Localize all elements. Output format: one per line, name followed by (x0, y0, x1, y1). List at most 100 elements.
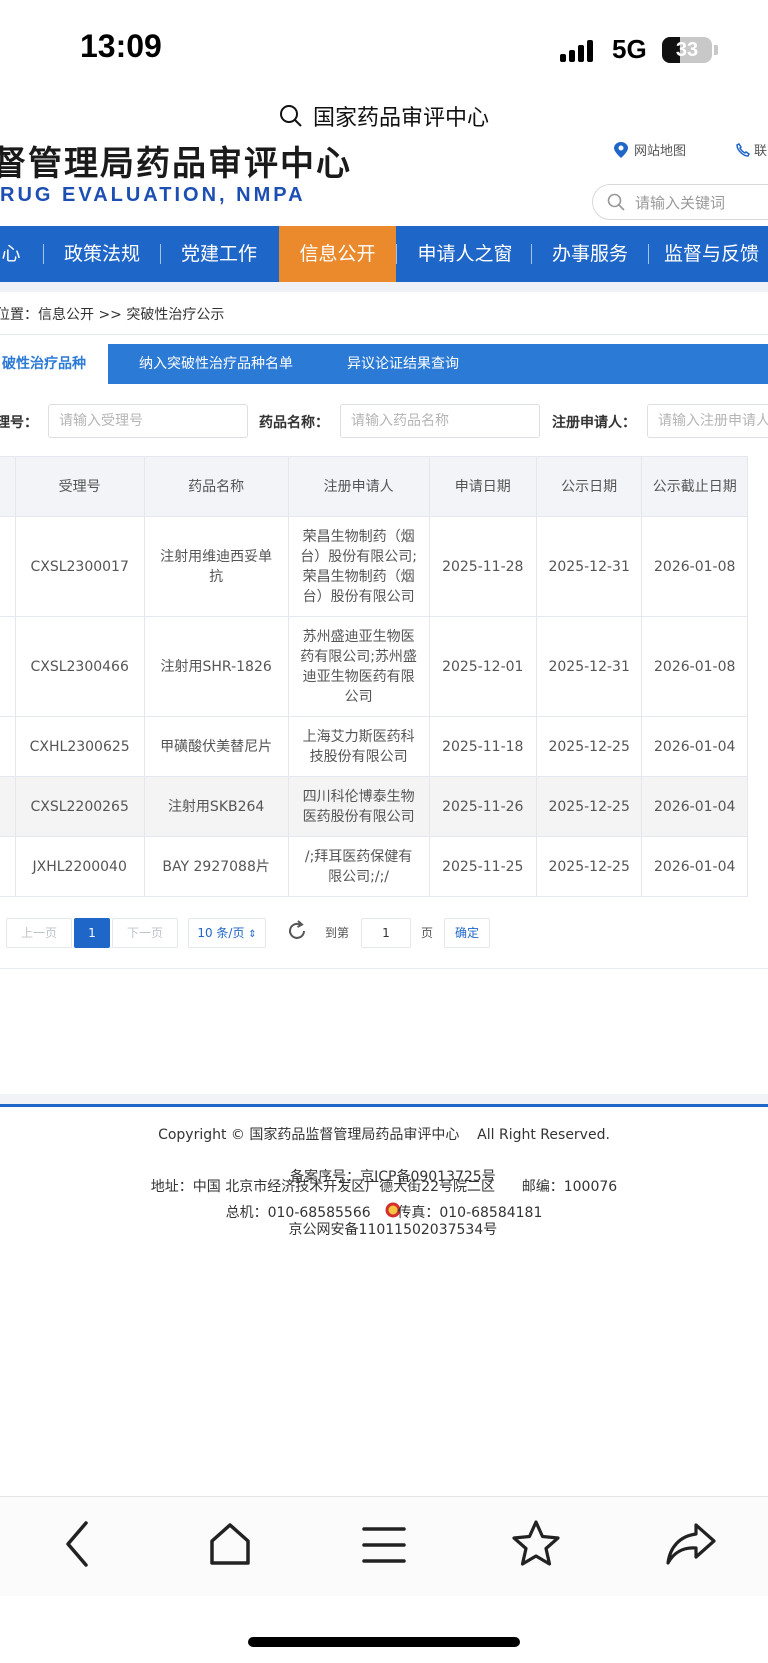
deadline-cell: 2026-01-08 (641, 516, 748, 617)
url-title: 国家药品审评中心 (312, 106, 489, 131)
publish-date-cell: 2025-12-31 (535, 516, 643, 617)
tab-included-list[interactable]: 纳入突破性治疗品种名单 (139, 344, 293, 384)
refresh-icon[interactable] (286, 920, 308, 942)
results-table: 受理号 药品名称 注册申请人 申请日期 公示日期 公示截止日期 CXSL2300… (0, 456, 748, 897)
table-header-cell: 申请日期 (428, 456, 537, 517)
main-nav: 心 政策法规 党建工作 信息公开 申请人之窗 办事服务 监督与反馈 (0, 226, 768, 282)
address-bar[interactable]: 国家药品审评中心 (0, 96, 768, 136)
divider (0, 334, 768, 335)
back-icon[interactable] (60, 1519, 94, 1569)
drug-name-cell: BAY 2927088片 (143, 836, 289, 897)
deadline-cell: 2026-01-04 (641, 776, 748, 837)
publish-date-cell: 2025-12-25 (535, 716, 643, 777)
tab-objection-results[interactable]: 异议论证结果查询 (347, 344, 459, 384)
site-title-cn: 督管理局药品审评中心 (0, 144, 352, 184)
accept-no-cell: JXHL2200040 (14, 836, 145, 897)
nav-item-applicant[interactable]: 申请人之窗 (410, 226, 520, 282)
contact-link[interactable]: 联 (736, 140, 767, 159)
nav-item-policy[interactable]: 政策法规 (58, 226, 146, 282)
table-row[interactable]: CXSL2200265 注射用SKB264 四川科伦博泰生物医药股份有限公司 2… (0, 776, 748, 837)
nav-spacer (0, 282, 768, 292)
status-time: 13:09 (80, 28, 162, 64)
footer-address: 地址：中国 北京市经济技术开发区广德大街22号院二区 邮编：100076 (150, 1179, 618, 1195)
share-icon[interactable] (664, 1519, 718, 1569)
page-size-value: 10 条/页 (197, 926, 245, 940)
page-size-select[interactable]: 10 条/页 ⇕ (188, 918, 266, 948)
publish-date-cell: 2025-12-31 (535, 616, 643, 717)
tab-breakthrough-varieties[interactable]: 破性治疗品种 (0, 344, 108, 384)
applicant-cell: 四川科伦博泰生物医药股份有限公司 (287, 776, 430, 837)
confirm-button[interactable]: 确定 (444, 918, 490, 948)
table-row[interactable]: CXHL2300625 甲磺酸伏美替尼片 上海艾力斯医药科技股份有限公司 202… (0, 716, 748, 777)
table-header-cell: 药品名称 (143, 456, 289, 517)
accept-no-cell: CXSL2300466 (14, 616, 145, 717)
nav-item-party[interactable]: 党建工作 (176, 226, 262, 282)
page-1-button[interactable]: 1 (74, 918, 110, 948)
publish-date-cell: 2025-12-25 (535, 776, 643, 837)
nav-item-center[interactable]: 心 (0, 226, 26, 282)
footer-copyright: Copyright © 国家药品监督管理局药品审评中心 All Right Re… (158, 1127, 610, 1143)
battery-tip (714, 45, 718, 55)
page-unit-label: 页 (421, 926, 434, 940)
next-page-button[interactable]: 下一页 (112, 918, 178, 948)
battery-level: 33 (675, 39, 699, 61)
table-row[interactable]: CXSL2300017 注射用维迪西妥单抗 荣昌生物制药（烟台）股份有限公司;荣… (0, 516, 748, 617)
table-row[interactable]: CXSL2300466 注射用SHR-1826 苏州盛迪亚生物医药有限公司;苏州… (0, 616, 748, 717)
applicant-cell: /;拜耳医药保健有限公司;/;/ (287, 836, 430, 897)
network-type: 5G (612, 34, 647, 64)
table-header-cell: 注册申请人 (287, 456, 430, 517)
tab-bar: 破性治疗品种 纳入突破性治疗品种名单 异议论证结果查询 (0, 344, 768, 384)
battery-icon: 33 (662, 37, 712, 63)
drug-name-cell: 注射用SHR-1826 (143, 616, 289, 717)
footer-top-line (0, 1104, 768, 1107)
home-indicator[interactable] (248, 1637, 520, 1647)
accept-no-cell: CXSL2300017 (14, 516, 145, 617)
apply-date-cell: 2025-11-26 (428, 776, 537, 837)
deadline-cell: 2026-01-04 (641, 836, 748, 897)
deadline-cell: 2026-01-08 (641, 616, 748, 717)
sitemap-link[interactable]: 网站地图 (614, 140, 686, 159)
accept-no-cell: CXSL2200265 (14, 776, 145, 837)
sitemap-label: 网站地图 (634, 144, 687, 159)
applicant-label: 注册申请人： (552, 415, 636, 431)
goto-page-input[interactable]: 1 (361, 918, 411, 948)
applicant-cell: 荣昌生物制药（烟台）股份有限公司;荣昌生物制药（烟台）股份有限公司 (287, 516, 430, 617)
table-header-cell: 公示截止日期 (641, 456, 748, 517)
applicant-input[interactable]: 请输入注册申请人 (647, 404, 768, 438)
footer-separator (0, 1094, 768, 1104)
drug-name-label: 药品名称： (259, 415, 329, 431)
footer-phone: 总机：010-68585566 传真：010-68584181 (225, 1205, 543, 1221)
nav-item-service[interactable]: 办事服务 (546, 226, 634, 282)
accept-no-label: 理号： (0, 415, 38, 431)
apply-date-cell: 2025-11-25 (428, 836, 537, 897)
nav-item-info[interactable]: 信息公开 (279, 226, 396, 282)
site-title-en: RUG EVALUATION, NMPA (0, 184, 306, 206)
table-header-row: 受理号 药品名称 注册申请人 申请日期 公示日期 公示截止日期 (0, 456, 748, 517)
apply-date-cell: 2025-12-01 (428, 616, 537, 717)
police-link[interactable]: 京公网安备11011502037534号 (289, 1222, 498, 1238)
site-search-input[interactable]: 请输入关键词 (592, 184, 768, 220)
apply-date-cell: 2025-11-28 (428, 516, 537, 617)
menu-icon[interactable] (362, 1519, 406, 1569)
search-placeholder: 请输入关键词 (635, 193, 726, 212)
breadcrumb: 位置：信息公开 >> 突破性治疗公示 (0, 307, 225, 323)
accept-no-input[interactable]: 请输入受理号 (48, 404, 248, 438)
table-header-cell: 受理号 (14, 456, 145, 517)
drug-name-cell: 注射用SKB264 (143, 776, 289, 837)
updown-caret-icon: ⇕ (248, 929, 257, 940)
phone-icon (736, 142, 750, 157)
star-icon[interactable] (510, 1519, 562, 1569)
table-row[interactable]: JXHL2200040 BAY 2927088片 /;拜耳医药保健有限公司;/;… (0, 836, 748, 897)
publish-date-cell: 2025-12-25 (535, 836, 643, 897)
table-header-cell: 公示日期 (535, 456, 643, 517)
prev-page-button[interactable]: 上一页 (6, 918, 72, 948)
applicant-cell: 上海艾力斯医药科技股份有限公司 (287, 716, 430, 777)
drug-name-cell: 甲磺酸伏美替尼片 (143, 716, 289, 777)
contact-label: 联 (754, 144, 768, 159)
nav-item-feedback[interactable]: 监督与反馈 (664, 226, 768, 282)
home-icon[interactable] (208, 1519, 252, 1569)
applicant-cell: 苏州盛迪亚生物医药有限公司;苏州盛迪亚生物医药有限公司 (287, 616, 430, 717)
drug-name-input[interactable]: 请输入药品名称 (340, 404, 540, 438)
drug-name-cell: 注射用维迪西妥单抗 (143, 516, 289, 617)
search-icon (607, 193, 625, 211)
